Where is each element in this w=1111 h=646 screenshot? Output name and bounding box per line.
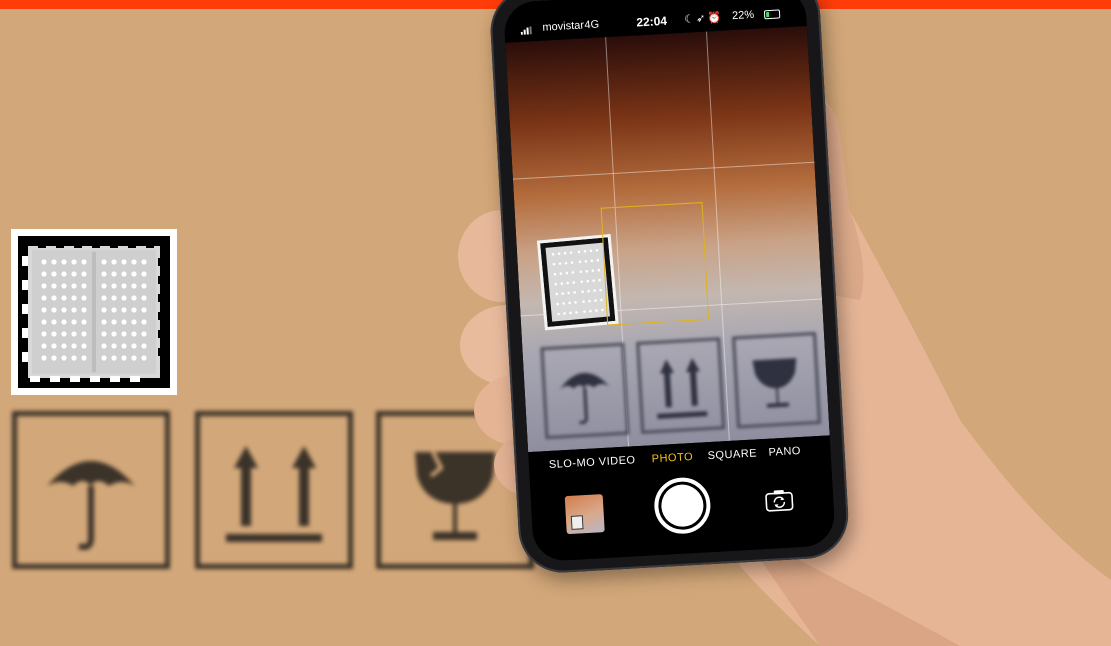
clock: 22:04 bbox=[635, 13, 668, 30]
network-type: 4G bbox=[584, 18, 600, 32]
umbrella-icon bbox=[559, 372, 610, 425]
camera-app-screen: movistar 4G 22:04 ☾➶⏰ 22% SLO-MO VIDEO P… bbox=[503, 0, 836, 563]
battery-icon bbox=[763, 9, 781, 20]
viewfinder-umbrella-symbol bbox=[540, 342, 630, 440]
printed-2d-code bbox=[11, 229, 177, 395]
shutter-button[interactable] bbox=[652, 476, 712, 536]
data-matrix-code-image bbox=[18, 236, 170, 388]
camera-viewfinder[interactable] bbox=[505, 25, 830, 453]
this-way-up-icon bbox=[657, 357, 708, 419]
status-icons: ☾➶⏰ bbox=[684, 11, 723, 26]
mode-photo[interactable]: PHOTO bbox=[651, 451, 693, 465]
mode-square[interactable]: SQUARE bbox=[707, 447, 757, 462]
umbrella-symbol-box bbox=[12, 411, 170, 569]
thumbnail-code-image bbox=[570, 515, 584, 530]
moon-icon: ☾ bbox=[683, 13, 697, 26]
alarm-icon: ⏰ bbox=[706, 11, 724, 25]
last-photo-thumbnail[interactable] bbox=[564, 494, 605, 535]
camera-mode-selector: SLO-MO VIDEO PHOTO SQUARE PANO bbox=[529, 443, 832, 480]
mode-pano[interactable]: PANO bbox=[768, 445, 801, 459]
grid-line bbox=[512, 161, 815, 180]
mode-video[interactable]: VIDEO bbox=[599, 454, 636, 468]
smartphone: movistar 4G 22:04 ☾➶⏰ 22% SLO-MO VIDEO P… bbox=[488, 0, 851, 577]
umbrella-icon bbox=[47, 461, 135, 550]
viewfinder-box-symbols bbox=[540, 331, 836, 448]
this-way-up-symbol-box bbox=[195, 411, 353, 569]
mode-slo-mo[interactable]: SLO-MO bbox=[549, 456, 596, 471]
battery-percent: 22% bbox=[731, 8, 755, 23]
signal-icon bbox=[520, 25, 537, 38]
viewfinder-this-way-up-symbol bbox=[636, 337, 726, 434]
fragile-glass-icon bbox=[752, 358, 797, 408]
switch-camera-icon[interactable] bbox=[765, 487, 794, 513]
location-icon: ➶ bbox=[695, 12, 708, 26]
autofocus-box bbox=[600, 202, 710, 326]
carrier-name: movistar bbox=[542, 19, 585, 34]
viewfinder-fragile-symbol bbox=[732, 331, 822, 429]
camera-controls: SLO-MO VIDEO PHOTO SQUARE PANO bbox=[528, 435, 836, 563]
this-way-up-icon bbox=[226, 446, 322, 542]
